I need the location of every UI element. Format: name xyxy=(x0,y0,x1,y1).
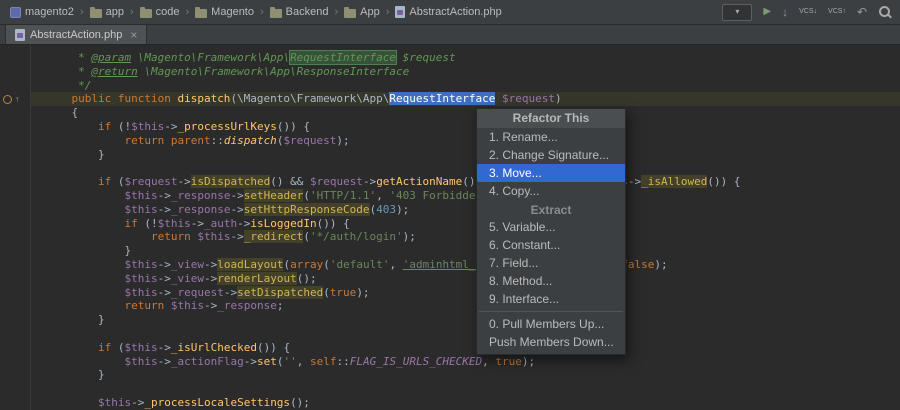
folder-icon xyxy=(140,9,152,18)
project-icon xyxy=(10,7,21,18)
code-line[interactable]: return $this->_response; xyxy=(31,299,900,313)
breadcrumb-item-abstractaction-php[interactable]: AbstractAction.php xyxy=(393,5,503,19)
breadcrumb: magento2 › app › code › Magento › Backend › App › Ab… xyxy=(8,5,504,19)
code-line[interactable] xyxy=(31,161,900,175)
code-line[interactable]: $this->_processLocaleSettings(); xyxy=(31,396,900,410)
breadcrumb-label: App xyxy=(360,6,380,18)
folder-icon xyxy=(344,9,356,18)
close-icon[interactable]: × xyxy=(130,28,137,42)
code-line[interactable]: } xyxy=(31,244,900,258)
chevron-right-icon: › xyxy=(129,6,135,18)
code-line[interactable]: * @return \Magento\Framework\App\Respons… xyxy=(31,65,900,79)
phpstorm-window: magento2 › app › code › Magento › Backend › App › Ab… xyxy=(0,0,900,410)
folder-icon xyxy=(195,9,207,18)
code-line[interactable]: $this->_response->setHeader('HTTP/1.1', … xyxy=(31,189,900,203)
code-line[interactable]: if ($this->_isUrlChecked()) { xyxy=(31,341,900,355)
chevron-right-icon: › xyxy=(259,6,265,18)
breadcrumb-label: Magento xyxy=(211,6,254,18)
code-line[interactable]: return $this->_redirect('*/auth/login'); xyxy=(31,230,900,244)
menu-item-interface[interactable]: 9. Interface... xyxy=(477,290,625,308)
chevron-right-icon: › xyxy=(385,6,391,18)
menu-item-copy[interactable]: 4. Copy... xyxy=(477,182,625,200)
code-line[interactable]: if (!$this->_processUrlKeys()) { xyxy=(31,120,900,134)
code-line[interactable]: } xyxy=(31,313,900,327)
popup-title: Refactor This xyxy=(477,109,625,128)
back-icon[interactable]: ↶ xyxy=(857,4,867,20)
menu-item-variable[interactable]: 5. Variable... xyxy=(477,218,625,236)
tab-bar: AbstractAction.php × xyxy=(0,25,900,45)
php-file-icon xyxy=(15,29,25,41)
vcs-commit-icon[interactable]: VCS↑ xyxy=(828,4,846,20)
menu-separator xyxy=(479,311,623,312)
code-line[interactable]: } xyxy=(31,368,900,382)
menu-item-constant[interactable]: 6. Constant... xyxy=(477,236,625,254)
code-line[interactable]: * @param \Magento\Framework\App\RequestI… xyxy=(31,51,900,65)
menu-item-change-signature[interactable]: 2. Change Signature... xyxy=(477,146,625,164)
menu-item-method[interactable]: 8. Method... xyxy=(477,272,625,290)
code-line[interactable]: $this->_view->loadLayout(array('default'… xyxy=(31,258,900,272)
chevron-right-icon: › xyxy=(79,6,85,18)
code-line[interactable]: return parent::dispatch($request); xyxy=(31,134,900,148)
search-everywhere-icon[interactable] xyxy=(878,5,892,19)
menu-item-pull-members-up[interactable]: 0. Pull Members Up... xyxy=(477,315,625,333)
main-toolbar: magento2 › app › code › Magento › Backend › App › Ab… xyxy=(0,0,900,25)
code-line[interactable]: public function dispatch(\Magento\Framew… xyxy=(31,92,900,106)
update-project-icon[interactable]: ↓ xyxy=(782,4,788,20)
folder-icon xyxy=(90,9,102,18)
code-lines[interactable]: * @param \Magento\Framework\App\RequestI… xyxy=(31,45,900,410)
breadcrumb-label: app xyxy=(106,6,124,18)
code-line[interactable]: } xyxy=(31,148,900,162)
code-line[interactable] xyxy=(31,382,900,396)
menu-item-field[interactable]: 7. Field... xyxy=(477,254,625,272)
run-button[interactable]: ▶ xyxy=(763,4,771,20)
php-file-icon xyxy=(395,6,405,18)
editor[interactable]: ↑ * @param \Magento\Framework\App\Reques… xyxy=(0,45,900,410)
menu-item-push-members-down[interactable]: Push Members Down... xyxy=(477,333,625,351)
breadcrumb-item-backend[interactable]: Backend xyxy=(268,5,331,19)
folder-icon xyxy=(270,9,282,18)
menu-section-label: Extract xyxy=(477,200,625,218)
code-line[interactable]: $this->_response->setHttpResponseCode(40… xyxy=(31,203,900,217)
breadcrumb-label: Backend xyxy=(286,6,329,18)
chevron-right-icon: › xyxy=(333,6,339,18)
code-line[interactable] xyxy=(31,327,900,341)
method-marker-icon[interactable] xyxy=(3,95,12,104)
code-line[interactable]: if ($request->isDispatched() && $request… xyxy=(31,175,900,189)
toolbar-right: ▾ ▶ ↓ VCS↓ VCS↑ ↶ xyxy=(722,4,892,21)
breadcrumb-label: AbstractAction.php xyxy=(409,6,501,18)
refactor-popup-items: 1. Rename...2. Change Signature...3. Mov… xyxy=(477,128,625,351)
breadcrumb-item-app[interactable]: app xyxy=(88,5,126,19)
menu-item-move[interactable]: 3. Move... xyxy=(477,164,625,182)
breadcrumb-label: magento2 xyxy=(25,6,74,18)
gutter-markers[interactable]: ↑ xyxy=(3,93,20,106)
code-line[interactable]: if (!$this->_auth->isLoggedIn()) { xyxy=(31,217,900,231)
breadcrumb-item-app[interactable]: App xyxy=(342,5,382,19)
menu-item-rename[interactable]: 1. Rename... xyxy=(477,128,625,146)
breadcrumb-item-magento[interactable]: Magento xyxy=(193,5,256,19)
tab-label: AbstractAction.php xyxy=(30,29,122,41)
vcs-update-icon[interactable]: VCS↓ xyxy=(799,4,817,20)
code-line[interactable]: */ xyxy=(31,79,900,93)
code-line[interactable]: $this->_actionFlag->set('', self::FLAG_I… xyxy=(31,355,900,369)
code-line[interactable]: $this->_view->renderLayout(); xyxy=(31,272,900,286)
refactor-popup: Refactor This 1. Rename...2. Change Sign… xyxy=(476,108,626,355)
editor-gutter[interactable]: ↑ xyxy=(0,45,31,410)
breadcrumb-item-magento2[interactable]: magento2 xyxy=(8,5,76,19)
tab-abstractaction-php[interactable]: AbstractAction.php × xyxy=(5,25,147,44)
chevron-right-icon: › xyxy=(185,6,191,18)
breadcrumb-item-code[interactable]: code xyxy=(138,5,182,19)
code-line[interactable]: $this->_request->setDispatched(true); xyxy=(31,286,900,300)
run-config-dropdown[interactable]: ▾ xyxy=(722,4,752,21)
code-line[interactable]: { xyxy=(31,106,900,120)
breadcrumb-label: code xyxy=(156,6,180,18)
override-up-icon[interactable]: ↑ xyxy=(15,95,20,104)
